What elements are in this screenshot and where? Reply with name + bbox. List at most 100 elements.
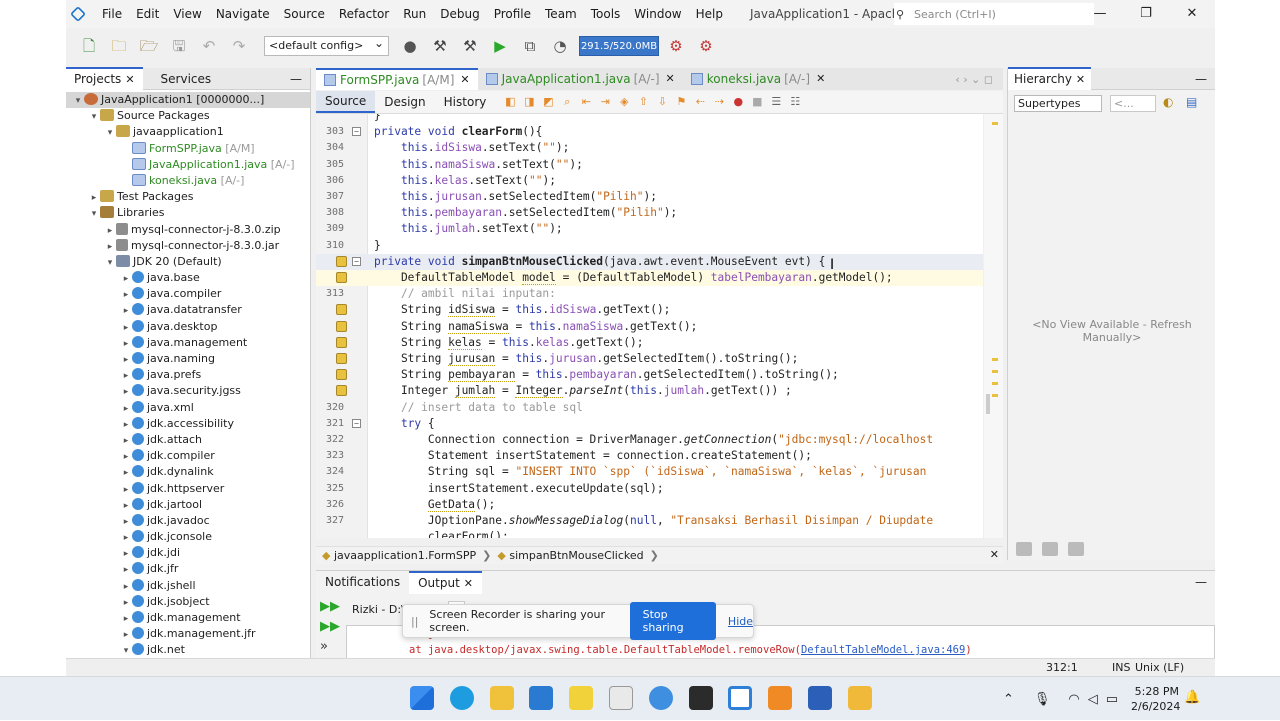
breadcrumb-method[interactable]: simpanBtnMouseClicked	[509, 549, 643, 562]
tree-item[interactable]: ▸ jdk.jfr	[66, 561, 310, 577]
code-line[interactable]: String namaSiswa = this.namaSiswa.getTex…	[316, 319, 983, 335]
sticky-notes-icon[interactable]	[569, 686, 593, 710]
sort-icon[interactable]	[1068, 542, 1084, 556]
word-icon[interactable]	[808, 686, 832, 710]
hide-link[interactable]: Hide	[728, 615, 753, 628]
tree-item[interactable]: ▸ java.naming	[66, 351, 310, 367]
clean-build-icon[interactable]: ⚒	[459, 35, 481, 57]
record-macro-icon[interactable]: ●	[731, 95, 745, 109]
tab-services[interactable]: Services	[153, 68, 220, 90]
fold-toggle-icon[interactable]: −	[352, 256, 361, 266]
expand-toggle-icon[interactable]: ▸	[120, 498, 132, 514]
drag-handle-icon[interactable]: ||	[411, 615, 421, 628]
open-project-icon[interactable]: 🗁	[138, 35, 160, 57]
warning-icon[interactable]	[336, 304, 347, 316]
undo-icon[interactable]: ↶	[198, 35, 220, 57]
expand-toggle-icon[interactable]: ▸	[120, 271, 132, 287]
expand-toggle-icon[interactable]: ▾	[104, 255, 116, 271]
config-select[interactable]: <default config>	[264, 34, 389, 56]
tree-item[interactable]: ▸ jdk.jshell	[66, 578, 310, 594]
warning-mark[interactable]	[992, 394, 998, 397]
editor-error-stripe[interactable]	[984, 114, 1003, 538]
tree-item[interactable]: ▸ jdk.dynalink	[66, 464, 310, 480]
comment-icon[interactable]: ☰	[769, 95, 783, 109]
code-line[interactable]: 313 // ambil nilai inputan:	[316, 286, 983, 302]
rerun-icon[interactable]: ▶▶	[320, 597, 340, 617]
expand-toggle-icon[interactable]: ▸	[120, 546, 132, 562]
tab-output[interactable]: Output ✕	[409, 570, 483, 594]
expand-toggle-icon[interactable]: ▸	[120, 482, 132, 498]
new-file-icon[interactable]: 🗋	[78, 35, 100, 57]
expand-toggle-icon[interactable]: ▸	[120, 595, 132, 611]
expand-toggle-icon[interactable]: ▸	[120, 320, 132, 336]
hierarchy-type-select[interactable]: Supertypes	[1014, 95, 1102, 112]
terminal-icon[interactable]	[689, 686, 713, 710]
close-icon[interactable]: ✕	[1169, 0, 1215, 28]
minimize-panel-icon[interactable]: —	[1195, 575, 1207, 589]
tree-item[interactable]: ▸ java.base	[66, 270, 310, 286]
tree-item[interactable]: ▸ java.compiler	[66, 286, 310, 302]
code-line[interactable]: 323 Statement insertStatement = connecti…	[316, 448, 983, 464]
tree-item[interactable]: ▸ java.management	[66, 335, 310, 351]
code-line[interactable]: 324 String sql = "INSERT INTO `spp` (`id…	[316, 464, 983, 480]
vscode-icon[interactable]	[529, 686, 553, 710]
warning-mark[interactable]	[992, 358, 998, 361]
hierarchy-scope-select[interactable]: <...	[1110, 95, 1156, 112]
expand-icon[interactable]	[1016, 542, 1032, 556]
tab-koneksi[interactable]: koneksi.java [A/-] ✕	[683, 68, 834, 90]
find-next-icon[interactable]: ⇥	[598, 95, 612, 109]
code-line[interactable]: 321− try {	[316, 416, 983, 432]
expand-toggle-icon[interactable]: ▾	[104, 125, 116, 141]
find-icon[interactable]: ⌕	[560, 95, 574, 109]
wifi-icon[interactable]: ◠	[1068, 692, 1079, 707]
menu-help[interactable]: Help	[689, 0, 730, 28]
code-line[interactable]: }	[316, 114, 983, 124]
new-project-icon[interactable]: 🗀	[108, 35, 130, 57]
tree-item[interactable]: ▸ java.prefs	[66, 367, 310, 383]
search-box[interactable]: ⚲ Search (Ctrl+I)	[894, 3, 1094, 25]
menu-source[interactable]: Source	[277, 0, 332, 28]
minimize-panel-icon[interactable]: —	[290, 72, 302, 86]
tab-projects[interactable]: Projects ✕	[66, 67, 143, 90]
minimize-icon[interactable]: —	[1077, 0, 1123, 28]
code-line[interactable]: 320 // insert data to table sql	[316, 400, 983, 416]
find-prev-icon[interactable]: ⇤	[579, 95, 593, 109]
tree-item[interactable]: ▸ jdk.httpserver	[66, 481, 310, 497]
tree-item[interactable]: ▸ mysql-connector-j-8.3.0.jar	[66, 238, 310, 254]
code-line[interactable]: 327 JOptionPane.showMessageDialog(null, …	[316, 513, 983, 529]
more-icon[interactable]: »	[320, 637, 340, 657]
collapse-icon[interactable]	[1042, 542, 1058, 556]
expand-toggle-icon[interactable]: ▸	[120, 417, 132, 433]
tree-item[interactable]: ▸ jdk.javadoc	[66, 513, 310, 529]
close-icon[interactable]: ✕	[816, 68, 825, 90]
edge-icon[interactable]	[450, 686, 474, 710]
menu-view[interactable]: View	[166, 0, 208, 28]
expand-toggle-icon[interactable]: ▸	[120, 287, 132, 303]
expand-toggle-icon[interactable]: ▾	[88, 109, 100, 125]
tree-item[interactable]: ▸ jdk.jconsole	[66, 529, 310, 545]
expand-toggle-icon[interactable]: ▾	[72, 93, 84, 109]
next-bookmark-icon[interactable]: ⇩	[655, 95, 669, 109]
code-line[interactable]: − private void simpanBtnMouseClicked(java…	[316, 253, 983, 270]
expand-toggle-icon[interactable]: ▸	[120, 514, 132, 530]
code-line[interactable]: 310}	[316, 238, 983, 254]
debug-icon[interactable]: ⧉	[519, 35, 541, 57]
microphone-icon[interactable]: 🎙	[1034, 692, 1051, 707]
code-line[interactable]: 306 this.kelas.setText("");	[316, 173, 983, 189]
menu-profile[interactable]: Profile	[487, 0, 538, 28]
app-icon[interactable]	[609, 686, 633, 710]
prev-bookmark-icon[interactable]: ⇧	[636, 95, 650, 109]
code-line[interactable]: 305 this.namaSiswa.setText("");	[316, 157, 983, 173]
tree-item[interactable]: ▾ jdk.net	[66, 642, 310, 658]
tree-item[interactable]: FormSPP.java [A/M]	[66, 141, 310, 157]
tree-item[interactable]: ▸ java.xml	[66, 400, 310, 416]
expand-toggle-icon[interactable]: ▸	[104, 223, 116, 239]
last-edit-icon[interactable]: ◩	[541, 95, 555, 109]
forward-icon[interactable]: ◨	[522, 95, 536, 109]
xampp-icon[interactable]	[768, 686, 792, 710]
tree-item[interactable]: ▾ Source Packages	[66, 108, 310, 124]
tree-item[interactable]: ▸ java.desktop	[66, 319, 310, 335]
code-line[interactable]: Integer jumlah = Integer.parseInt(this.j…	[316, 383, 983, 399]
notification-bell-icon[interactable]: 🔔	[1184, 690, 1200, 705]
expand-toggle-icon[interactable]: ▸	[120, 449, 132, 465]
